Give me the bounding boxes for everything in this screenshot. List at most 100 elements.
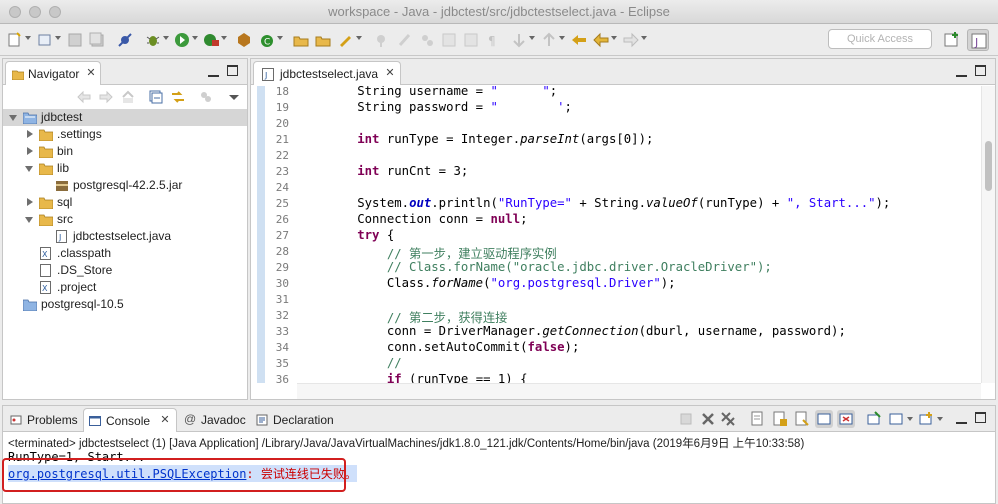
horizontal-scrollbar[interactable]: [297, 383, 981, 399]
forward-icon[interactable]: [99, 90, 113, 104]
navigator-tab[interactable]: Navigator ✕: [5, 61, 101, 85]
show-paragraph-icon[interactable]: ¶: [484, 31, 502, 49]
save-icon[interactable]: [66, 31, 84, 49]
external-tools-dropdown-icon[interactable]: [221, 36, 227, 40]
forward-icon[interactable]: [622, 31, 640, 49]
new-wizard-dropdown-icon[interactable]: [55, 36, 61, 40]
tab-console[interactable]: Console ✕: [83, 408, 177, 432]
annotation-ruler[interactable]: [257, 86, 265, 383]
code-editor[interactable]: 18 19 20 21 22 23 24 25 26 27 28 29 30 31 32 33 34 35 36 S…: [251, 86, 995, 383]
new-icon[interactable]: [6, 31, 24, 49]
display-selected-console-icon[interactable]: [887, 410, 905, 428]
display-selected-console-dropdown-icon[interactable]: [907, 417, 913, 421]
external-tools-icon[interactable]: [202, 31, 220, 49]
collapse-arrow-icon[interactable]: [27, 130, 33, 138]
up-icon[interactable]: [121, 90, 135, 104]
tree-item[interactable]: .settings: [3, 126, 247, 143]
forward-dropdown-icon[interactable]: [641, 36, 647, 40]
previous-annotation-dropdown-icon[interactable]: [559, 36, 565, 40]
minimize-console-icon[interactable]: [956, 418, 967, 429]
collapse-arrow-icon[interactable]: [27, 198, 33, 206]
tree-item[interactable]: sql: [3, 194, 247, 211]
minimize-view-icon[interactable]: [208, 71, 219, 82]
new-class-icon[interactable]: C: [258, 31, 276, 49]
minimize-editor-icon[interactable]: [956, 71, 967, 82]
java-perspective-icon[interactable]: J: [967, 29, 989, 51]
next-annotation-icon[interactable]: [510, 31, 528, 49]
collapse-arrow-icon[interactable]: [27, 147, 33, 155]
show-whitespace-icon[interactable]: [440, 31, 458, 49]
show-source-icon[interactable]: [462, 31, 480, 49]
code-line: Class.forName("org.postgresql.Driver");: [298, 276, 676, 290]
new-dropdown-icon[interactable]: [25, 36, 31, 40]
new-class-dropdown-icon[interactable]: [277, 36, 283, 40]
tree-item[interactable]: X .classpath: [3, 245, 247, 262]
close-icon[interactable]: ✕: [385, 68, 395, 79]
tree-item[interactable]: postgresql-42.2.5.jar: [3, 177, 247, 194]
editor-tab[interactable]: J jdbctestselect.java ✕: [253, 61, 401, 85]
tab-problems[interactable]: Problems: [5, 408, 81, 432]
tree-item[interactable]: .DS_Store: [3, 262, 247, 279]
link-with-editor-icon[interactable]: [171, 90, 185, 104]
tree-item[interactable]: postgresql-10.5: [3, 296, 247, 313]
close-icon[interactable]: ✕: [86, 68, 96, 79]
view-menu-icon[interactable]: [227, 90, 241, 104]
tree-item[interactable]: X .project: [3, 279, 247, 296]
tree-item[interactable]: jdbctest: [3, 109, 247, 126]
toggle-block-selection-icon[interactable]: [418, 31, 436, 49]
remove-all-terminated-icon[interactable]: [719, 410, 737, 428]
skip-breakpoints-icon[interactable]: [116, 31, 134, 49]
maximize-editor-icon[interactable]: [975, 65, 986, 76]
tree-item[interactable]: src: [3, 211, 247, 228]
save-all-icon[interactable]: [88, 31, 106, 49]
open-perspective-icon[interactable]: [941, 29, 963, 51]
close-icon[interactable]: ✕: [160, 415, 170, 426]
back-icon[interactable]: [592, 31, 610, 49]
main-toolbar: C ¶ Quick Access J: [0, 24, 998, 56]
open-folder-icon[interactable]: [292, 31, 310, 49]
previous-annotation-icon[interactable]: [540, 31, 558, 49]
show-console-on-error-icon[interactable]: [837, 410, 855, 428]
debug-icon[interactable]: [144, 31, 162, 49]
clear-console-icon[interactable]: [749, 410, 767, 428]
terminate-icon[interactable]: [677, 410, 695, 428]
filters-icon[interactable]: [199, 90, 213, 104]
line-number: 21: [275, 133, 289, 146]
quick-access-field[interactable]: Quick Access: [828, 29, 932, 49]
last-edit-location-icon[interactable]: [570, 31, 588, 49]
new-wizard-icon[interactable]: [36, 31, 54, 49]
open-type-icon[interactable]: [235, 31, 253, 49]
remove-launch-icon[interactable]: [699, 410, 717, 428]
show-console-on-output-icon[interactable]: [815, 410, 833, 428]
open-console-icon[interactable]: [917, 410, 935, 428]
back-icon[interactable]: [77, 90, 91, 104]
run-icon[interactable]: [173, 31, 191, 49]
maximize-console-icon[interactable]: [975, 412, 986, 423]
debug-dropdown-icon[interactable]: [163, 36, 169, 40]
vertical-scrollbar[interactable]: [981, 86, 995, 383]
search-icon[interactable]: [337, 31, 355, 49]
expand-arrow-icon[interactable]: [25, 217, 33, 223]
next-annotation-dropdown-icon[interactable]: [529, 36, 535, 40]
expand-arrow-icon[interactable]: [9, 115, 17, 121]
expand-arrow-icon[interactable]: [25, 166, 33, 172]
toggle-annotation-icon[interactable]: [372, 31, 390, 49]
tab-declaration[interactable]: Declaration: [251, 408, 347, 432]
pin-console-icon[interactable]: [865, 410, 883, 428]
run-dropdown-icon[interactable]: [192, 36, 198, 40]
search-dropdown-icon[interactable]: [356, 36, 362, 40]
tab-javadoc[interactable]: @ Javadoc: [179, 408, 251, 432]
scrollbar-thumb[interactable]: [985, 141, 992, 191]
tree-item[interactable]: bin: [3, 143, 247, 160]
word-wrap-icon[interactable]: [793, 410, 811, 428]
scroll-lock-icon[interactable]: [771, 410, 789, 428]
open-project-icon[interactable]: [314, 31, 332, 49]
tree-item[interactable]: lib: [3, 160, 247, 177]
editor-tab-label: jdbctestselect.java: [280, 67, 379, 81]
tree-item[interactable]: Jjdbctestselect.java: [3, 228, 247, 245]
back-dropdown-icon[interactable]: [611, 36, 617, 40]
toggle-mark-icon[interactable]: [396, 31, 414, 49]
maximize-view-icon[interactable]: [227, 65, 238, 76]
open-console-dropdown-icon[interactable]: [937, 417, 943, 421]
collapse-all-icon[interactable]: [149, 90, 163, 104]
